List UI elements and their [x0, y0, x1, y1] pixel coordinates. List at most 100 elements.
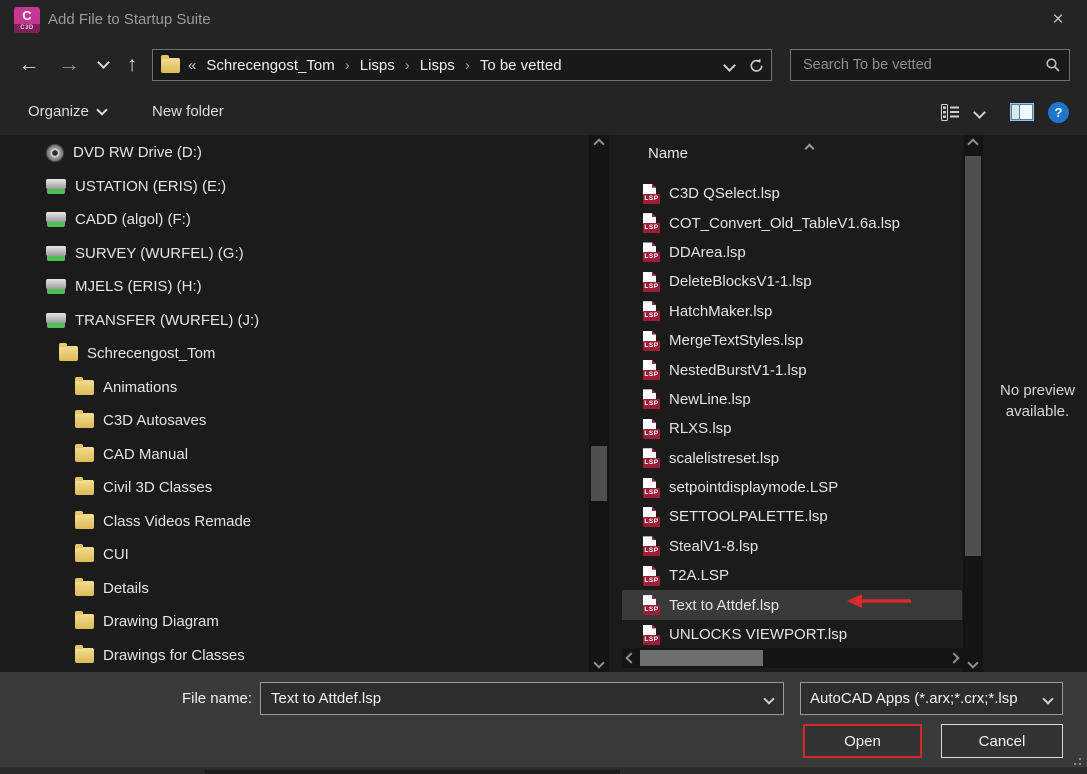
file-name: SETTOOLPALETTE.lsp	[669, 508, 828, 526]
views-dropdown-icon[interactable]	[973, 105, 986, 119]
chevron-down-icon	[96, 104, 108, 116]
dialog-footer: File name: AutoCAD Apps (*.arx;*.crx;*.l…	[0, 672, 1087, 774]
file-row[interactable]: LSP setpointdisplaymode.LSP	[622, 473, 962, 502]
lsp-badge: LSP	[643, 458, 660, 469]
tree-item[interactable]: CAD Manual	[0, 438, 588, 472]
scrollbar-thumb[interactable]	[965, 156, 981, 556]
tree-item[interactable]: Civil 3D Classes	[0, 471, 588, 505]
file-row[interactable]: LSP NewLine.lsp	[622, 385, 962, 414]
tree-item[interactable]: USTATION (ERIS) (E:)	[0, 170, 588, 204]
folder-tree: DVD RW Drive (D:) USTATION (ERIS) (E:) C…	[0, 135, 588, 672]
file-row[interactable]: LSP StealV1-8.lsp	[622, 532, 962, 561]
file-row[interactable]: LSP SETTOOLPALETTE.lsp	[622, 502, 962, 531]
search-box[interactable]	[790, 49, 1070, 81]
address-bar[interactable]: « Schrecengost_Tom › Lisps › Lisps › To …	[152, 49, 772, 81]
file-name: NestedBurstV1-1.lsp	[669, 361, 807, 379]
scroll-down-icon[interactable]	[589, 654, 609, 672]
tree-item[interactable]: TRANSFER (WURFEL) (J:)	[0, 304, 588, 338]
tree-item[interactable]: CADD (algol) (F:)	[0, 203, 588, 237]
search-input[interactable]	[801, 56, 1045, 74]
tree-item[interactable]: Details	[0, 572, 588, 606]
tree-item[interactable]: DVD RW Drive (D:)	[0, 136, 588, 170]
breadcrumb-item[interactable]: Lisps	[418, 57, 457, 74]
tree-item-label: Drawing Diagram	[103, 613, 219, 631]
red-arrow-annotation	[847, 594, 911, 608]
tree-item[interactable]: CUI	[0, 538, 588, 572]
scroll-down-icon[interactable]	[963, 654, 983, 672]
folder-icon	[75, 577, 94, 596]
file-name: Text to Attdef.lsp	[669, 596, 780, 614]
tree-item[interactable]: SURVEY (WURFEL) (G:)	[0, 237, 588, 271]
breadcrumb-item[interactable]: To be vetted	[478, 57, 564, 74]
scroll-left-icon[interactable]	[622, 648, 640, 668]
file-row[interactable]: LSP DDArea.lsp	[622, 238, 962, 267]
tree-item[interactable]: Animations	[0, 371, 588, 405]
column-header-name[interactable]: Name	[648, 145, 688, 162]
recent-locations-dropdown[interactable]	[92, 40, 114, 90]
chevron-down-icon[interactable]	[1042, 690, 1062, 707]
breadcrumb-separator: ›	[344, 56, 350, 74]
file-name: DeleteBlocksV1-1.lsp	[669, 273, 812, 291]
file-name-input[interactable]	[261, 689, 765, 708]
organize-button[interactable]: Organize	[28, 90, 108, 134]
forward-button[interactable]: →	[52, 40, 86, 90]
file-row[interactable]: LSP MergeTextStyles.lsp	[622, 326, 962, 355]
close-icon[interactable]: ×	[1041, 0, 1075, 40]
folder-icon	[75, 611, 94, 630]
breadcrumb-item[interactable]: Schrecengost_Tom	[204, 57, 336, 74]
file-row[interactable]: LSP RLXS.lsp	[622, 414, 962, 443]
file-row[interactable]: LSP UNLOCKS VIEWPORT.lsp	[622, 620, 962, 648]
file-row[interactable]: LSP T2A.LSP	[622, 561, 962, 590]
lsp-badge: LSP	[643, 223, 660, 234]
tree-item[interactable]: MJELS (ERIS) (H:)	[0, 270, 588, 304]
tree-scrollbar[interactable]	[589, 135, 609, 672]
tree-item-label: CAD Manual	[103, 445, 189, 463]
scroll-up-icon[interactable]	[963, 135, 983, 153]
file-type-combo[interactable]: AutoCAD Apps (*.arx;*.crx;*.lsp	[800, 682, 1063, 715]
file-name: C3D QSelect.lsp	[669, 185, 780, 203]
chevron-down-icon[interactable]	[763, 690, 783, 707]
tree-item[interactable]: Drawings for Classes	[0, 639, 588, 673]
scrollbar-thumb[interactable]	[591, 446, 607, 501]
new-folder-button[interactable]: New folder	[152, 90, 224, 134]
back-button[interactable]: ←	[12, 40, 46, 90]
cancel-button[interactable]: Cancel	[941, 724, 1063, 758]
tree-item[interactable]: Drawing Diagram	[0, 605, 588, 639]
file-list-scrollbar[interactable]	[963, 135, 983, 672]
address-dropdown-icon[interactable]	[723, 58, 736, 72]
lsp-file-icon: LSP	[643, 213, 660, 234]
scroll-right-icon[interactable]	[945, 648, 963, 668]
scroll-up-icon[interactable]	[589, 135, 609, 153]
refresh-icon[interactable]	[748, 57, 765, 74]
file-row[interactable]: LSP DeleteBlocksV1-1.lsp	[622, 267, 962, 296]
tree-item[interactable]: Class Videos Remade	[0, 505, 588, 539]
tree-item[interactable]: C3D Autosaves	[0, 404, 588, 438]
tree-item-label: Schrecengost_Tom	[87, 345, 216, 363]
lsp-badge: LSP	[643, 516, 660, 527]
open-button[interactable]: Open	[803, 724, 922, 758]
file-row[interactable]: LSP COT_Convert_Old_TableV1.6a.lsp	[622, 208, 962, 237]
file-row[interactable]: LSP NestedBurstV1-1.lsp	[622, 355, 962, 384]
tree-item-label: Class Videos Remade	[103, 512, 252, 530]
breadcrumb-overflow[interactable]: «	[188, 57, 196, 74]
file-row[interactable]: LSP scalelistreset.lsp	[622, 444, 962, 473]
scrollbar-thumb[interactable]	[640, 650, 763, 666]
tree-item[interactable]: Schrecengost_Tom	[0, 337, 588, 371]
folder-icon	[59, 343, 78, 362]
file-row[interactable]: LSP HatchMaker.lsp	[622, 297, 962, 326]
preview-pane-icon[interactable]	[1010, 103, 1034, 121]
file-name-combo[interactable]	[260, 682, 784, 715]
up-button[interactable]: ↑	[116, 40, 148, 90]
file-list-hscrollbar[interactable]	[622, 648, 963, 668]
breadcrumb-item[interactable]: Lisps	[358, 57, 397, 74]
help-icon[interactable]: ?	[1048, 101, 1069, 123]
file-row[interactable]: LSP C3D QSelect.lsp	[622, 179, 962, 208]
search-icon[interactable]	[1045, 57, 1061, 73]
folder-icon	[75, 644, 94, 663]
lsp-file-icon: LSP	[643, 360, 660, 381]
file-name: UNLOCKS VIEWPORT.lsp	[669, 626, 848, 644]
tree-item-label: Drawings for Classes	[103, 646, 245, 664]
tree-item-label: USTATION (ERIS) (E:)	[75, 177, 227, 195]
main-area: DVD RW Drive (D:) USTATION (ERIS) (E:) C…	[0, 135, 1087, 672]
views-icon[interactable]	[941, 103, 961, 121]
